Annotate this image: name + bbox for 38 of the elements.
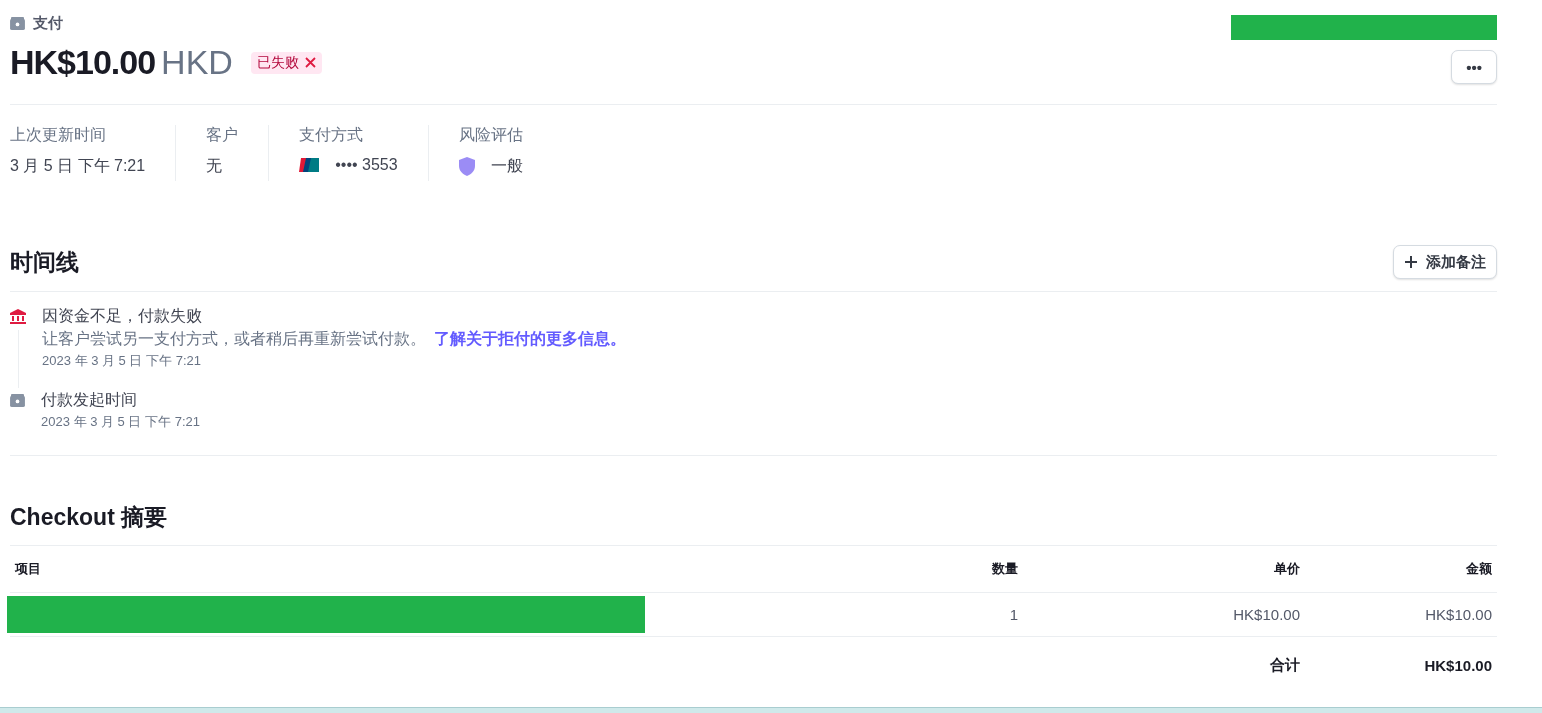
column-header: 单价	[1273, 560, 1300, 578]
wallet-icon	[10, 394, 25, 407]
detail-label: 支付方式	[299, 125, 365, 145]
status-badge: 已失败	[250, 51, 322, 74]
table-cell-text: 1	[1008, 606, 1018, 623]
detail-value: 无	[206, 156, 223, 176]
payment-amount: HK$10.00	[10, 43, 156, 82]
event-title: 因资金不足，付款失败	[42, 306, 203, 326]
detail-value: •••• 3553	[335, 156, 398, 174]
column-header: 数量	[991, 560, 1018, 578]
bank-icon	[10, 309, 26, 324]
section-title: Checkout 摘要	[10, 503, 168, 532]
learn-more-link[interactable]: 了解关于拒付的更多信息。	[434, 330, 626, 347]
section-title: 时间线	[10, 247, 79, 277]
detail-label: 客户	[206, 125, 239, 145]
more-button[interactable]: •••	[1451, 50, 1497, 84]
card-logo-icon	[299, 158, 320, 172]
event-description: 让客户尝试另一支付方式，或者稍后再重新尝试付款。 了解关于拒付的更多信息。	[42, 329, 626, 349]
table-cell-text: HK$10.00	[1424, 606, 1492, 623]
column-header: 金额	[1465, 560, 1492, 578]
event-time: 2023 年 3 月 5 日 下午 7:21	[42, 352, 202, 370]
table-cell-text: HK$10.00	[1232, 606, 1300, 623]
event-title: 付款发起时间	[41, 390, 138, 410]
close-icon	[304, 57, 316, 68]
detail-value: 3 月 5 日 下午 7:21	[10, 156, 146, 176]
currency-code: HKD	[161, 43, 233, 82]
event-time: 2023 年 3 月 5 日 下午 7:21	[41, 413, 200, 431]
shield-icon	[458, 157, 475, 176]
plus-icon	[1404, 255, 1418, 269]
total-amount: HK$10.00	[1423, 656, 1492, 674]
wallet-icon	[10, 17, 25, 30]
total-label: 合计	[1269, 655, 1300, 675]
detail-label: 上次更新时间	[10, 125, 107, 145]
detail-value: 一般	[490, 156, 523, 176]
column-header: 项目	[13, 560, 42, 578]
add-note-button[interactable]: 添加备注	[1393, 245, 1497, 279]
page-type-label: 支付	[33, 14, 63, 33]
detail-label: 风险评估	[458, 125, 523, 145]
